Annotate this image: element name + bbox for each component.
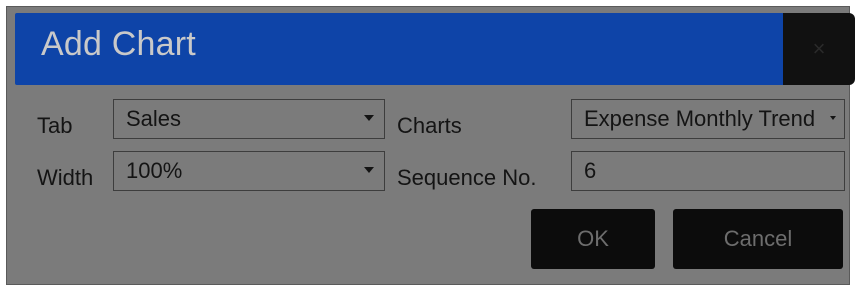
sequence-input[interactable]: 6 — [571, 151, 845, 191]
width-select-value: 100% — [126, 158, 183, 183]
close-icon: × — [812, 36, 826, 61]
cancel-button[interactable]: Cancel — [673, 209, 843, 269]
width-label: Width — [37, 165, 94, 190]
dialog-titlebar: Add Chart — [15, 13, 791, 85]
chevron-down-icon — [830, 116, 836, 120]
sequence-input-value: 6 — [584, 158, 597, 183]
cancel-button-label: Cancel — [723, 226, 793, 251]
tab-select[interactable]: Sales — [113, 99, 385, 139]
sequence-label: Sequence No. — [397, 165, 537, 190]
tab-select-value: Sales — [126, 106, 182, 131]
tab-label: Tab — [37, 113, 73, 138]
chevron-down-icon — [364, 115, 374, 121]
charts-label: Charts — [397, 113, 462, 138]
charts-select[interactable]: Expense Monthly Trend — [571, 99, 845, 139]
charts-select-value: Expense Monthly Trend — [584, 106, 816, 131]
close-button[interactable]: × — [783, 13, 855, 85]
add-chart-dialog: Add Chart × Tab Sales Charts Expense Mon… — [6, 6, 855, 285]
chevron-down-icon — [364, 167, 374, 173]
ok-button[interactable]: OK — [531, 209, 655, 269]
ok-button-label: OK — [577, 226, 609, 251]
width-select[interactable]: 100% — [113, 151, 385, 191]
dialog-title: Add Chart — [41, 25, 196, 63]
